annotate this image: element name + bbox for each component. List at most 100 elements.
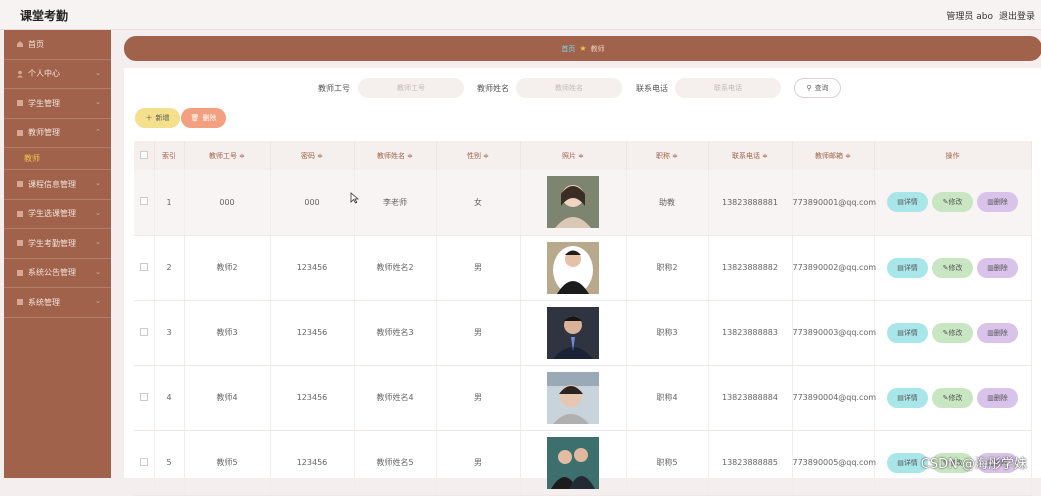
doc-icon: ▤ [897, 198, 904, 206]
add-button[interactable]: ＋ 新增 [135, 108, 180, 128]
column-header[interactable]: 教师邮箱 ≑ [792, 141, 874, 170]
breadcrumb-home[interactable]: 首页 [561, 44, 575, 54]
edit-button[interactable]: ✎ 修改 [932, 388, 973, 408]
select-all-checkbox[interactable] [134, 141, 154, 170]
column-header: 索引 [154, 141, 184, 170]
cell-gender: 男 [436, 430, 520, 495]
grid-icon [16, 239, 24, 247]
cell-photo [520, 235, 626, 300]
batch-delete-button[interactable]: 🗑 删除 [181, 108, 226, 128]
cell-phone: 13823888883 [708, 300, 792, 365]
trash-icon: ▥ [987, 264, 994, 272]
edit-button[interactable]: ✎ 修改 [932, 258, 973, 278]
batch-delete-label: 删除 [202, 113, 216, 123]
teacher-name-input[interactable] [516, 78, 622, 98]
detail-button[interactable]: ▤ 详情 [887, 258, 928, 278]
cell-title: 助教 [626, 170, 708, 235]
teacher-id-input[interactable] [358, 78, 464, 98]
sidebar-item-label: 学生选课管理 [28, 208, 76, 219]
grid-icon [16, 298, 24, 306]
column-header[interactable]: 教师姓名 ≑ [354, 141, 436, 170]
row-checkbox[interactable] [134, 170, 154, 235]
mouse-cursor-icon [350, 192, 359, 204]
sidebar-subitem-teacher[interactable]: 教师 [4, 148, 111, 170]
cell-password: 123456 [270, 430, 354, 495]
table-row: 4 教师4 123456 教师姓名4 男 职称4 13823888884 773… [134, 365, 1031, 430]
sidebar-item-label: 教师管理 [28, 127, 60, 138]
row-checkbox[interactable] [134, 300, 154, 365]
sidebar-item-system[interactable]: 系统管理 ⌄ [4, 288, 111, 318]
column-header[interactable]: 密码 ≑ [270, 141, 354, 170]
chevron-down-icon: ⌄ [95, 268, 101, 276]
grid-icon [16, 269, 24, 277]
column-header: 操作 [874, 141, 1031, 170]
sidebar-item-enrollment[interactable]: 学生选课管理 ⌄ [4, 200, 111, 230]
cell-actions: ▤ 详情 ✎ 修改 ▥ 删除 [874, 170, 1031, 235]
cell-gender: 男 [436, 365, 520, 430]
cell-password: 123456 [270, 365, 354, 430]
detail-label: 详情 [904, 263, 918, 273]
sidebar-item-home[interactable]: 首页 [4, 30, 111, 60]
column-header[interactable]: 职称 ≑ [626, 141, 708, 170]
chevron-down-icon: ⌄ [95, 297, 101, 305]
cell-gender: 女 [436, 170, 520, 235]
detail-label: 详情 [904, 458, 918, 468]
grid-icon [16, 180, 24, 188]
phone-input[interactable] [675, 78, 781, 98]
detail-button[interactable]: ▤ 详情 [887, 323, 928, 343]
sidebar-item-announcements[interactable]: 系统公告管理 ⌄ [4, 259, 111, 289]
sidebar-item-label: 系统管理 [28, 297, 60, 308]
row-checkbox[interactable] [134, 235, 154, 300]
sidebar-item-students[interactable]: 学生管理 ⌄ [4, 89, 111, 119]
row-checkbox[interactable] [134, 365, 154, 430]
edit-button[interactable]: ✎ 修改 [932, 323, 973, 343]
cell-teacher-id: 000 [184, 170, 270, 235]
cell-email: 773890004@qq.com [792, 365, 874, 430]
cell-phone: 13823888882 [708, 235, 792, 300]
cell-index: 1 [154, 170, 184, 235]
search-icon: ⚲ [806, 84, 811, 92]
chevron-down-icon: ⌄ [95, 238, 101, 246]
cell-title: 职称2 [626, 235, 708, 300]
delete-button[interactable]: ▥ 删除 [977, 192, 1018, 212]
column-header[interactable]: 联系电话 ≑ [708, 141, 792, 170]
sidebar-item-courses[interactable]: 课程信息管理 ⌄ [4, 170, 111, 200]
cell-name: 教师姓名4 [354, 365, 436, 430]
column-header[interactable]: 性别 ≑ [436, 141, 520, 170]
chevron-up-icon: ⌃ [95, 128, 101, 136]
teacher-photo [547, 176, 599, 228]
sidebar-item-attendance[interactable]: 学生考勤管理 ⌄ [4, 229, 111, 259]
delete-button[interactable]: ▥ 删除 [977, 323, 1018, 343]
breadcrumb-current: 教师 [591, 44, 605, 54]
sidebar-item-profile[interactable]: 个人中心 ⌄ [4, 60, 111, 90]
cell-index: 2 [154, 235, 184, 300]
delete-label: 删除 [994, 328, 1008, 338]
edit-label: 修改 [948, 197, 962, 207]
cell-email: 773890005@qq.com [792, 430, 874, 495]
cell-name: 教师姓名2 [354, 235, 436, 300]
edit-button[interactable]: ✎ 修改 [932, 192, 973, 212]
sidebar: 首页 个人中心 ⌄ 学生管理 ⌄ 教师管理 ⌃ 教师 课程信息管理 ⌄ 学生选课… [4, 30, 111, 478]
cell-teacher-id: 教师3 [184, 300, 270, 365]
detail-button[interactable]: ▤ 详情 [887, 192, 928, 212]
sidebar-item-label: 学生考勤管理 [28, 238, 76, 249]
plus-icon: ＋ [146, 113, 153, 123]
cell-title: 职称5 [626, 430, 708, 495]
row-checkbox[interactable] [134, 430, 154, 495]
delete-button[interactable]: ▥ 删除 [977, 258, 1018, 278]
cell-title: 职称3 [626, 300, 708, 365]
search-button[interactable]: ⚲ 查询 [794, 78, 841, 98]
cell-photo [520, 300, 626, 365]
logout-link[interactable]: 退出登录 [999, 9, 1035, 22]
detail-button[interactable]: ▤ 详情 [887, 388, 928, 408]
cell-teacher-id: 教师4 [184, 365, 270, 430]
table-row: 2 教师2 123456 教师姓名2 男 职称2 13823888882 773… [134, 235, 1031, 300]
doc-icon: ▤ [897, 264, 904, 272]
table-header-row: 索引 教师工号 ≑ 密码 ≑ 教师姓名 ≑ 性别 ≑ 照片 ≑ 职称 ≑ 联系电… [134, 141, 1031, 170]
search-label-id: 教师工号 [318, 83, 350, 94]
column-header[interactable]: 教师工号 ≑ [184, 141, 270, 170]
sidebar-item-teachers[interactable]: 教师管理 ⌃ [4, 119, 111, 149]
delete-button[interactable]: ▥ 删除 [977, 388, 1018, 408]
cell-email: 773890002@qq.com [792, 235, 874, 300]
column-header[interactable]: 照片 ≑ [520, 141, 626, 170]
